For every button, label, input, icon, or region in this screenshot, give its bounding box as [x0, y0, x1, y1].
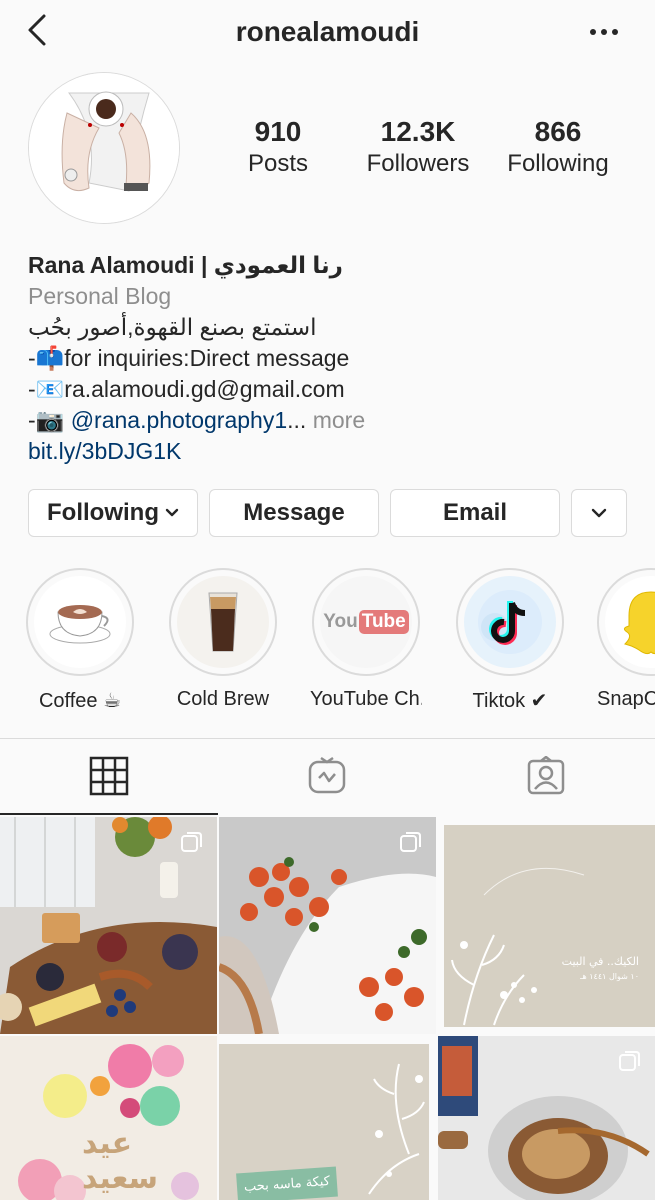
posts-count: 910 [254, 116, 302, 147]
highlight-coffee[interactable]: Coffee ☕ [24, 568, 136, 713]
highlight-ring: You Tube [312, 568, 420, 676]
highlight-label: SnapCh [597, 688, 655, 710]
following-button[interactable]: Following [28, 489, 198, 537]
following-button-label: Following [47, 499, 159, 526]
bio-ellipsis: ... [287, 407, 307, 433]
multi-post-icon [619, 1050, 641, 1072]
highlight-cold-brew[interactable]: Cold Brew [167, 568, 279, 711]
suggestions-dropdown-button[interactable] [571, 489, 627, 537]
beige-card-title: الكيك.. في البيت [561, 955, 639, 968]
highlight-snapchat[interactable]: SnapCh [597, 568, 655, 711]
followers-label: Followers [366, 150, 470, 177]
post-thumbnail[interactable] [219, 817, 436, 1034]
highlight-label: Cold Brew [176, 688, 270, 710]
cold-brew-glass-icon [177, 576, 269, 668]
bio-category: Personal Blog [28, 283, 172, 309]
tab-posts-grid[interactable] [0, 739, 218, 817]
stat-followers[interactable]: 12.3K Followers [348, 116, 488, 178]
bio-more-link[interactable]: more [306, 407, 365, 433]
eid-text: عيد سعيد [82, 1126, 159, 1196]
bio-name: Rana Alamoudi | رنا العمودي [28, 252, 343, 278]
multi-post-icon [181, 831, 203, 853]
post-thumbnail[interactable] [438, 1036, 655, 1200]
bio-email-line[interactable]: -📧ra.alamoudi.gd@gmail.com [28, 374, 628, 405]
highlight-ring [456, 568, 564, 676]
highlight-label: YouTube Ch... [310, 688, 422, 710]
beige-card-subtitle: ١٠ شوال ١٤٤١ هـ [580, 972, 639, 981]
stat-following[interactable]: 866 Following [488, 116, 628, 178]
message-button-label: Message [243, 499, 345, 526]
bio-arabic-line: استمتع بصنع القهوة,أصور بحُب [28, 314, 317, 340]
highlight-ring [597, 568, 655, 676]
more-icon[interactable] [590, 22, 626, 42]
followers-count: 12.3K [380, 116, 456, 147]
post-thumbnail[interactable] [0, 817, 217, 1034]
beige-card: الكيك.. في البيت ١٠ شوال ١٤٤١ هـ [444, 825, 655, 1027]
youtube-logo-icon: You Tube [320, 576, 412, 668]
posts-label: Posts [247, 150, 309, 177]
email-button[interactable]: Email [390, 489, 560, 537]
following-count: 866 [534, 116, 582, 147]
chevron-down-icon [591, 508, 607, 518]
multi-post-icon [400, 831, 422, 853]
highlight-tiktok[interactable]: Tiktok ✔ [454, 568, 566, 713]
highlight-ring [169, 568, 277, 676]
following-label: Following [507, 150, 609, 177]
tab-igtv[interactable] [218, 739, 436, 817]
snapchat-ghost-icon [605, 576, 655, 668]
email-button-label: Email [442, 499, 508, 526]
avatar[interactable] [28, 72, 180, 224]
card-arabic-text: كيكة ماسه بحب [236, 1166, 338, 1200]
beige-card: كيكة ماسه بحب [219, 1044, 429, 1200]
chevron-down-icon [165, 508, 179, 518]
stat-posts[interactable]: 910 Posts [208, 116, 348, 178]
tiktok-logo-icon [464, 576, 556, 668]
message-button[interactable]: Message [209, 489, 379, 537]
bio-inquiries-line: -📫for inquiries:Direct message [28, 345, 350, 371]
youtube-tube-text: Tube [358, 610, 409, 634]
tagged-icon [526, 754, 566, 801]
profile-tabs [0, 738, 655, 817]
bio-website-link[interactable]: bit.ly/3bDJG1K [28, 436, 628, 467]
profile-username: ronealamoudi [235, 16, 420, 47]
bio-mention-line: -📷 @rana.photography1... more [28, 405, 628, 436]
highlight-ring [26, 568, 134, 676]
tab-tagged[interactable] [437, 739, 655, 817]
post-thumbnail[interactable]: عيد سعيد [0, 1036, 217, 1200]
youtube-you-text: You [323, 611, 358, 632]
coffee-cup-icon [34, 576, 126, 668]
highlight-label: Coffee ☕ [38, 690, 122, 712]
bio-camera-prefix: -📷 [28, 407, 71, 433]
highlight-youtube[interactable]: You Tube YouTube Ch... [310, 568, 422, 711]
post-thumbnail[interactable]: كيكة ماسه بحب [219, 1036, 436, 1200]
grid-icon [89, 756, 129, 801]
post-thumbnail[interactable]: الكيك.. في البيت ١٠ شوال ١٤٤١ هـ [438, 817, 655, 1034]
highlight-label: Tiktok ✔ [472, 690, 548, 712]
active-tab-indicator [0, 813, 218, 815]
top-bar: ronealamoudi [0, 0, 655, 66]
bio-mention-link[interactable]: @rana.photography1 [71, 407, 287, 433]
igtv-icon [307, 756, 347, 801]
